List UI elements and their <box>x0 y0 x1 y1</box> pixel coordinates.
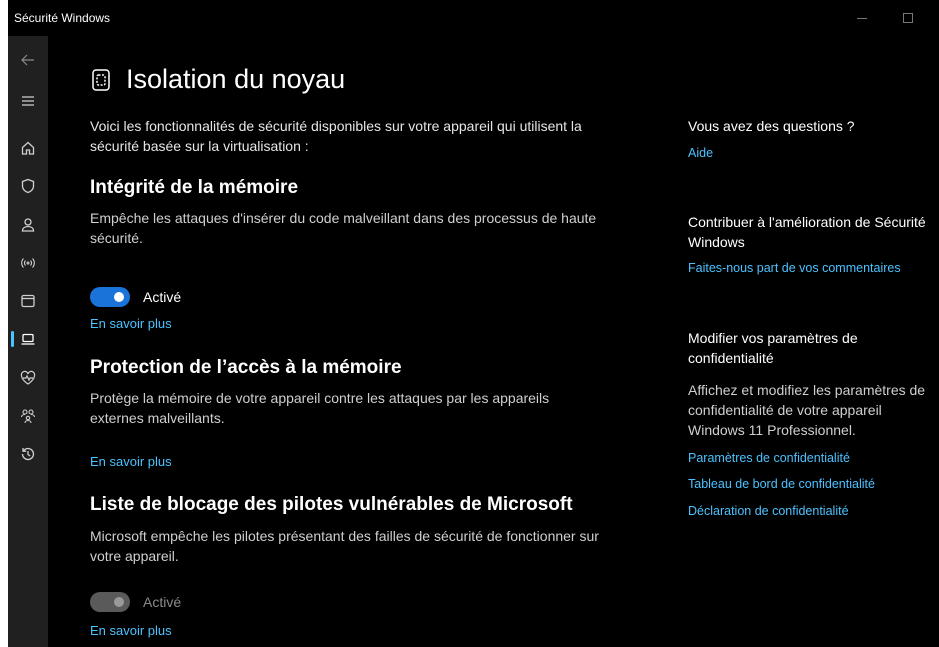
family-icon <box>20 409 36 424</box>
memory-integrity-toggle[interactable] <box>90 287 130 307</box>
section-desc-memory-access-protection: Protège la mémoire de votre appareil con… <box>90 390 550 426</box>
wifi-antenna-icon <box>21 258 35 268</box>
back-button[interactable] <box>8 43 48 77</box>
driver-blocklist-toggle-label: Activé <box>143 594 182 610</box>
feedback-link[interactable]: Faites-nous part de vos commentaires <box>688 261 901 275</box>
memory-access-learn-more-link[interactable]: En savoir plus <box>90 454 172 469</box>
shield-icon <box>21 178 35 194</box>
privacy-settings-link[interactable]: Paramètres de confidentialité <box>688 451 850 465</box>
sidebar-item-device-security[interactable] <box>8 322 48 356</box>
privacy-heading: Modifier vos paramètres de confidentiali… <box>688 330 858 366</box>
history-icon <box>21 447 35 461</box>
section-desc-memory-integrity: Empêche les attaques d'insérer du code m… <box>90 210 597 246</box>
sidebar-item-home[interactable] <box>8 131 48 165</box>
person-icon <box>21 218 35 232</box>
main-content: Isolation du noyau Voici les fonctionnal… <box>48 36 939 647</box>
sidebar-item-family-options[interactable] <box>8 399 48 433</box>
privacy-statement-link[interactable]: Déclaration de confidentialité <box>688 504 849 518</box>
home-icon <box>21 141 35 155</box>
memory-integrity-learn-more-link[interactable]: En savoir plus <box>90 316 172 331</box>
page-intro: Voici les fonctionnalités de sécurité di… <box>90 118 582 154</box>
help-link[interactable]: Aide <box>688 146 713 160</box>
memory-integrity-toggle-label: Activé <box>143 289 182 305</box>
minimize-icon <box>857 17 867 19</box>
window-controls <box>839 0 931 36</box>
maximize-button[interactable] <box>885 0 931 36</box>
sidebar-item-protection-history[interactable] <box>8 437 48 471</box>
back-arrow-icon <box>21 54 34 66</box>
driver-blocklist-toggle <box>90 592 130 612</box>
laptop-icon <box>21 333 35 345</box>
toggle-knob <box>114 597 124 607</box>
section-desc-driver-blocklist: Microsoft empêche les pilotes présentant… <box>90 528 599 564</box>
sidebar-item-app-control[interactable] <box>8 284 48 318</box>
memory-integrity-toggle-row: Activé <box>90 287 181 307</box>
chip-icon <box>92 68 110 91</box>
section-title-memory-integrity: Intégrité de la mémoire <box>90 177 299 198</box>
driver-blocklist-toggle-row: Activé <box>90 592 181 612</box>
toggle-knob <box>114 292 124 302</box>
window-frame-edge <box>0 0 8 647</box>
menu-button[interactable] <box>8 84 48 118</box>
window-title: Sécurité Windows <box>14 11 111 25</box>
page-header: Isolation du noyau <box>90 64 345 95</box>
maximize-icon <box>903 13 913 23</box>
title-bar: Sécurité Windows <box>8 0 939 36</box>
questions-heading: Vous avez des questions ? <box>688 118 855 134</box>
contribute-heading: Contribuer à l'amélioration de Sécurité … <box>688 214 926 250</box>
privacy-dashboard-link[interactable]: Tableau de bord de confidentialité <box>688 477 875 491</box>
privacy-description: Affichez et modifiez les paramètres de c… <box>688 382 926 438</box>
browser-window-icon <box>21 294 35 308</box>
sidebar-item-device-health[interactable] <box>8 361 48 395</box>
minimize-button[interactable] <box>839 0 885 36</box>
heart-pulse-icon <box>20 370 36 385</box>
sidebar-item-virus-protection[interactable] <box>8 169 48 203</box>
sidebar-item-account-protection[interactable] <box>8 208 48 242</box>
page-title: Isolation du noyau <box>126 64 346 94</box>
driver-blocklist-learn-more-link[interactable]: En savoir plus <box>90 623 172 638</box>
section-title-memory-access-protection: Protection de l’accès à la mémoire <box>90 357 402 378</box>
section-title-driver-blocklist: Liste de blocage des pilotes vulnérables… <box>90 494 573 515</box>
sidebar-item-firewall[interactable] <box>8 246 48 280</box>
navigation-sidebar <box>8 36 48 647</box>
hamburger-menu-icon <box>22 96 34 106</box>
